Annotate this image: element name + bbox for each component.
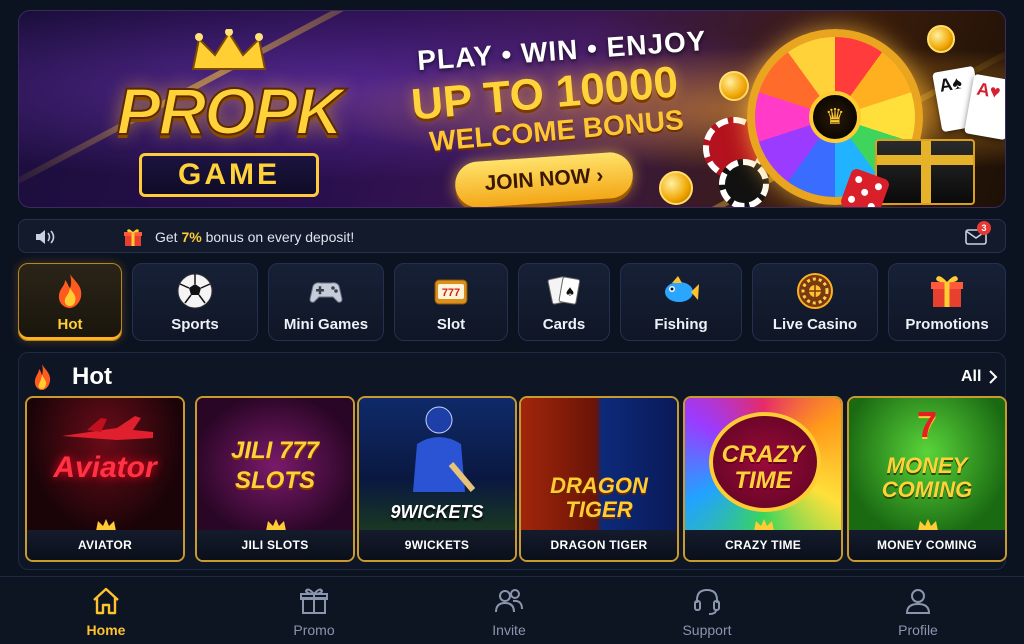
game-art: 7 MONEY COMING [849,398,1005,534]
category-bar: Hot Sports Mini Games 777 Slot ♠ Cards F… [18,263,1006,341]
gift-box-icon [875,139,975,205]
gift-icon [300,588,328,614]
playing-cards-icon: ♠ [547,276,581,305]
category-label: Cards [542,316,586,333]
category-slot[interactable]: 777 Slot [394,263,508,341]
game-art-title: DRAGON TIGER [550,473,648,522]
nav-label: Home [86,622,126,638]
category-live-casino[interactable]: Live Casino [752,263,878,341]
seven-icon: 7 [916,404,938,445]
game-name: JILI SLOTS [197,530,353,560]
category-label: Sports [171,316,219,333]
nav-label: Promo [293,622,335,638]
nav-label: Support [682,622,732,638]
hot-games-section: Hot All Aviator AVIATOR JILI 777 SLOTS J… [18,352,1007,570]
category-cards[interactable]: ♠ Cards [518,263,610,341]
soccer-ball-icon [177,273,213,309]
nav-label: Profile [898,622,938,638]
gamepad-icon [309,282,343,303]
game-card-aviator[interactable]: Aviator AVIATOR [25,396,185,562]
category-mini-games[interactable]: Mini Games [268,263,384,341]
game-name: DRAGON TIGER [521,530,677,560]
category-label: Fishing [654,316,708,333]
category-label: Live Casino [772,316,858,333]
game-art-title: 9WICKETS [390,502,484,522]
home-icon [93,587,119,615]
game-art-title: CRAZY TIME [721,441,805,494]
game-art: CRAZY TIME [685,398,841,534]
game-name: CRAZY TIME [685,530,841,560]
gift-icon [124,229,142,246]
game-art-title: MONEY COMING [881,453,973,502]
headset-icon [694,588,720,615]
game-card-money-coming[interactable]: 7 MONEY COMING MONEY COMING [847,396,1007,562]
svg-text:777: 777 [442,287,460,299]
nav-home[interactable]: Home [46,577,166,644]
category-label: Mini Games [283,316,369,333]
bottom-navigation: Home Promo Invite Support Profile [0,576,1024,644]
gift-icon [931,276,963,307]
game-art: DRAGON TIGER [521,398,677,534]
notice-message: Get 7% bonus on every deposit! [155,229,355,245]
game-name: AVIATOR [27,530,183,560]
fire-icon [34,364,51,390]
user-icon [905,589,931,614]
nav-invite[interactable]: Invite [449,577,569,644]
nav-promo[interactable]: Promo [254,577,374,644]
coin-icon [927,25,955,53]
game-art-title: Aviator [53,451,157,484]
category-label: Slot [436,316,466,333]
logo-title: PROPK [116,73,345,149]
crown-icon [191,29,267,70]
category-sports[interactable]: Sports [132,263,258,341]
game-card-dragon-tiger[interactable]: DRAGON TIGER DRAGON TIGER [519,396,679,562]
game-name: MONEY COMING [849,530,1005,560]
category-hot[interactable]: Hot [18,263,122,341]
cricket-player-art [413,406,475,492]
coin-icon [659,171,693,205]
game-name: 9WICKETS [359,530,515,560]
game-art: 9WICKETS [359,398,515,534]
chevron-right-icon[interactable] [988,370,998,384]
mail-count-badge: 3 [977,221,991,235]
airplane-icon [62,416,153,440]
brand-logo: PROPK GAME [79,25,379,205]
promo-banner[interactable]: PROPK GAME PLAY • WIN • ENJOY UP TO 1000… [18,10,1006,208]
svg-text:♠: ♠ [565,285,576,299]
section-title: Hot [72,363,112,390]
game-card-jili-slots[interactable]: JILI 777 SLOTS JILI SLOTS [195,396,355,562]
category-label: Hot [57,316,83,333]
nav-label: Invite [492,622,526,638]
join-now-button[interactable]: JOIN NOW › [453,150,635,207]
speaker-icon[interactable] [35,229,57,245]
nav-profile[interactable]: Profile [858,577,978,644]
nav-support[interactable]: Support [647,577,767,644]
game-card-crazy-time[interactable]: CRAZY TIME CRAZY TIME [683,396,843,562]
game-art: JILI 777 SLOTS [197,398,353,534]
roulette-icon [797,273,833,309]
fire-icon [58,274,82,308]
fish-icon [665,276,699,302]
category-fishing[interactable]: Fishing [620,263,742,341]
slot-machine-icon: 777 [434,279,468,305]
coin-icon [719,71,749,101]
game-art-title: JILI 777 SLOTS [230,437,320,494]
crown-icon: ♛ [809,91,861,143]
category-label: Promotions [905,316,989,333]
notice-bar: Get 7% bonus on every deposit! 3 [18,219,1006,253]
bonus-percent: 7% [181,229,202,245]
users-icon [495,589,523,613]
logo-subtitle: GAME [139,153,319,197]
game-card-9wickets[interactable]: 9WICKETS 9WICKETS [357,396,517,562]
game-art: Aviator [27,398,183,534]
category-promotions[interactable]: Promotions [888,263,1006,341]
view-all-link[interactable]: All [961,368,981,386]
